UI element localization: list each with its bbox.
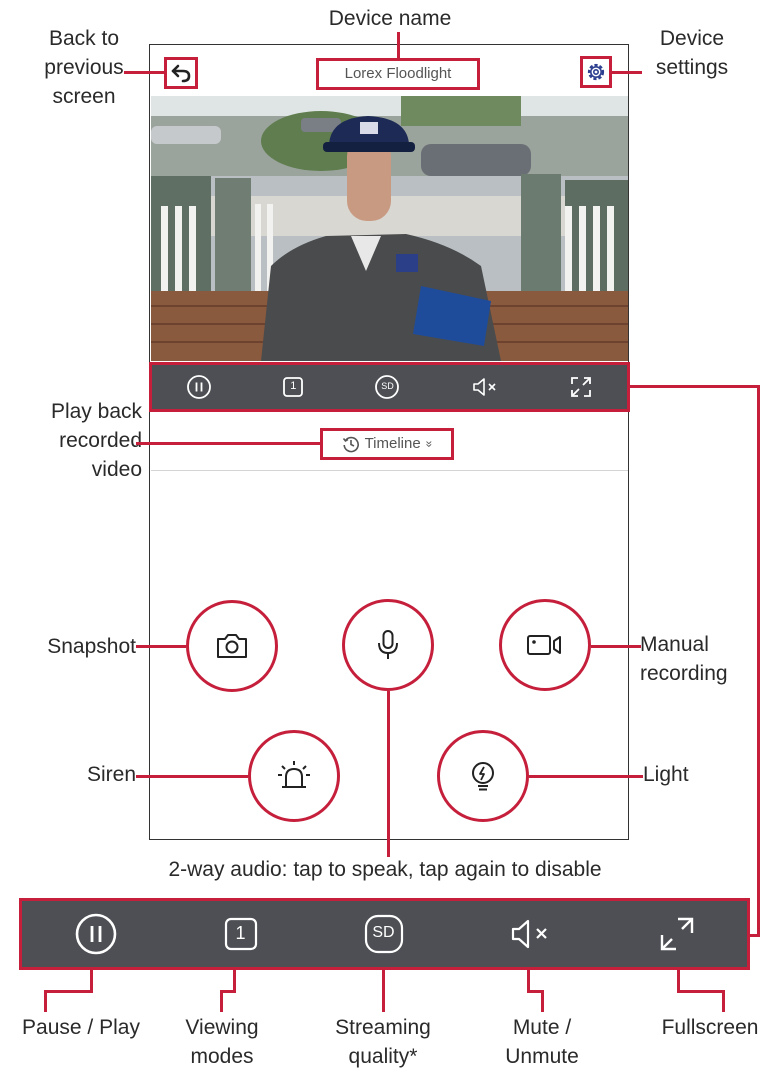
siren-icon	[278, 761, 310, 788]
connector-bar-horizontal-bottom	[750, 934, 760, 937]
viewing-annotation-line2: modes	[190, 1045, 254, 1068]
timeline-label: Timeline	[364, 435, 421, 452]
connector-settings	[612, 71, 642, 74]
connector-bar-horizontal-top	[630, 385, 760, 388]
connector-fullscreen-v2	[722, 990, 725, 1012]
connector-snapshot	[136, 645, 186, 648]
siren-annotation: Siren	[86, 763, 136, 786]
device-name-title: Lorex Floodlight	[316, 58, 480, 90]
manual-recording-button[interactable]	[499, 599, 591, 691]
back-annotation: Back to previous screen	[24, 24, 144, 111]
manual-recording-annotation: Manual recording	[640, 630, 766, 688]
connector-playback	[136, 442, 320, 445]
back-arrow-icon	[171, 64, 191, 83]
connector-siren	[136, 775, 248, 778]
viewing-annotation-line1: Viewing	[185, 1016, 259, 1039]
playback-annotation-line1: Play back	[50, 400, 142, 423]
connector-light	[529, 775, 643, 778]
camera-feed-image	[151, 96, 628, 361]
light-button[interactable]	[437, 730, 529, 822]
connector-mute-v	[527, 970, 530, 992]
connector-pause-v	[90, 970, 93, 992]
connector-viewing-v	[233, 970, 236, 992]
pause-play-annotation: Pause / Play	[22, 1016, 140, 1039]
two-way-audio-button[interactable]	[342, 599, 434, 691]
back-annotation-line3: screen	[52, 85, 116, 108]
timeline-chevron-icon: »	[422, 440, 437, 448]
fullscreen-annotation: Fullscreen	[661, 1016, 759, 1039]
two-way-audio-annotation: 2-way audio: tap to speak, tap again to …	[168, 858, 602, 881]
video-record-icon	[527, 635, 561, 655]
camera-icon	[217, 634, 247, 658]
playback-annotation-line3: video	[91, 458, 142, 481]
snapshot-annotation: Snapshot	[47, 635, 136, 658]
settings-annotation: Device settings	[632, 24, 752, 82]
connector-quality-v	[382, 970, 385, 1012]
connector-viewing-v2	[220, 990, 223, 1012]
light-bulb-icon	[472, 762, 494, 791]
connector-device-name	[397, 32, 400, 58]
snapshot-button[interactable]	[186, 600, 278, 692]
siren-button[interactable]	[248, 730, 340, 822]
mute-annotation-line2: Unmute	[505, 1045, 579, 1068]
manual-annotation-line2: recording	[640, 662, 728, 685]
back-annotation-line2: previous	[44, 56, 124, 79]
quality-annotation-line2: quality*	[348, 1045, 418, 1068]
connector-audio	[387, 691, 390, 857]
settings-button[interactable]	[580, 56, 612, 88]
streaming-quality-annotation: Streaming quality*	[318, 1013, 448, 1071]
connector-manual	[591, 645, 641, 648]
back-annotation-line1: Back to	[48, 27, 120, 50]
mute-annotation-line1: Mute /	[512, 1016, 572, 1039]
connector-pause-v2	[44, 990, 47, 1012]
connector-bar-vertical	[757, 385, 760, 937]
manual-annotation-line1: Manual	[640, 633, 709, 656]
timeline-divider	[151, 470, 628, 471]
control-bar-highlight-large	[19, 898, 750, 970]
settings-annotation-line2: settings	[655, 56, 729, 79]
history-icon	[342, 436, 359, 453]
connector-pause-h	[44, 990, 93, 993]
quality-annotation-line1: Streaming	[335, 1016, 431, 1039]
device-name-annotation: Device name	[328, 7, 452, 30]
control-bar-highlight-small	[149, 362, 630, 412]
viewing-modes-annotation: Viewing modes	[172, 1013, 272, 1071]
timeline-button[interactable]: Timeline »	[320, 428, 454, 460]
playback-annotation: Play back recorded video	[6, 397, 142, 484]
connector-fullscreen-h	[677, 990, 725, 993]
mute-annotation: Mute / Unmute	[492, 1013, 592, 1071]
connector-fullscreen-v	[677, 970, 680, 992]
settings-annotation-line1: Device	[659, 27, 725, 50]
light-annotation: Light	[643, 763, 689, 786]
connector-back	[124, 71, 164, 74]
playback-annotation-line2: recorded	[59, 429, 142, 452]
connector-mute-v2	[541, 990, 544, 1012]
microphone-icon	[378, 630, 398, 659]
gear-icon	[587, 63, 605, 81]
back-button[interactable]	[164, 57, 198, 89]
